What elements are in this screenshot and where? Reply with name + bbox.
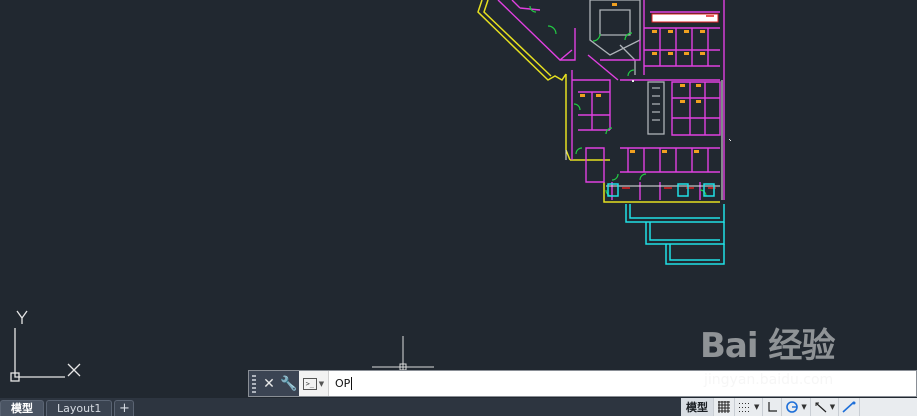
status-toggles: 模型 ▼ ▼ ▼: [681, 398, 917, 416]
ortho-icon[interactable]: [763, 398, 783, 416]
dynamic-icon[interactable]: [839, 398, 861, 416]
chevron-down-icon: ▼: [754, 403, 760, 411]
walls-magenta: [497, 0, 725, 200]
osnap-icon[interactable]: ▼: [811, 398, 840, 416]
chevron-down-icon: ▼: [801, 403, 807, 411]
layout-tabs: 模型 Layout1 +: [0, 398, 135, 416]
command-prompt-button[interactable]: >_ ▼: [299, 371, 329, 396]
add-layout-button[interactable]: +: [114, 400, 135, 416]
watermark-logo: Bai 经验: [700, 326, 835, 366]
chevron-down-icon: ▼: [829, 403, 836, 411]
wrench-icon[interactable]: 🔧: [279, 371, 299, 396]
watermark: Bai 经验 jingyan.baidu.com: [700, 318, 900, 398]
command-line-grip[interactable]: [249, 371, 259, 396]
polar-icon[interactable]: ▼: [782, 398, 811, 416]
entrance-cyan: [607, 183, 725, 265]
text-cursor: [351, 377, 353, 390]
command-prompt-icon: >_: [302, 377, 317, 390]
model-space-button[interactable]: 模型: [681, 398, 714, 416]
chevron-down-icon: ▼: [318, 379, 325, 388]
tab-layout1[interactable]: Layout1: [46, 400, 113, 416]
status-bar: 模型 Layout1 + 模型 ▼ ▼ ▼: [0, 398, 917, 416]
tab-model[interactable]: 模型: [0, 400, 44, 416]
grid-icon[interactable]: [714, 398, 735, 416]
stray-points: [632, 80, 731, 141]
ucs-icon: XY: [10, 310, 81, 382]
watermark-site: jingyan.baidu.com: [704, 372, 834, 388]
command-input-value: OP: [335, 377, 351, 390]
snap-icon[interactable]: ▼: [735, 398, 764, 416]
close-icon[interactable]: ✕: [259, 371, 279, 396]
